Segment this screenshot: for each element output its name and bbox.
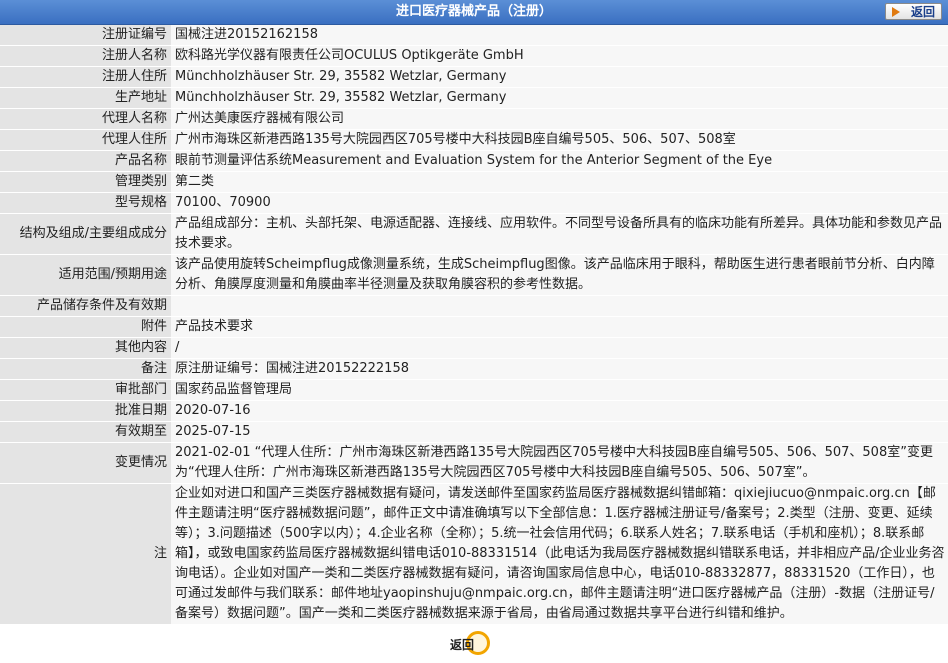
field-label: 管理类别 xyxy=(0,171,171,193)
field-value: 原注册证编号：国械注进20152222158 xyxy=(171,358,948,380)
field-value: 眼前节测量评估系统Measurement and Evaluation Syst… xyxy=(171,150,948,172)
field-label: 代理人住所 xyxy=(0,129,171,151)
back-button-bottom-label: 返回 xyxy=(450,638,475,652)
table-row: 注册人住所 Münchholzhäuser Str. 29, 35582 Wetz… xyxy=(0,66,948,88)
title-bar: 进口医疗器械产品（注册） 返回 xyxy=(0,0,948,25)
table-row: 备注 原注册证编号：国械注进20152222158 xyxy=(0,358,948,380)
back-button-top[interactable]: 返回 xyxy=(885,3,942,20)
field-value: 产品组成部分：主机、头部托架、电源适配器、连接线、应用软件。不同型号设备所具有的… xyxy=(171,213,948,255)
field-value: Münchholzhäuser Str. 29, 35582 Wetzlar, … xyxy=(171,87,948,109)
table-row: 有效期至 2025-07-15 xyxy=(0,421,948,443)
field-label: 注册人名称 xyxy=(0,45,171,67)
field-label: 适用范围/预期用途 xyxy=(0,254,171,296)
field-label: 有效期至 xyxy=(0,421,171,443)
field-value: 2020-07-16 xyxy=(171,400,948,422)
page: 进口医疗器械产品（注册） 返回 注册证编号 国械注进20152162158 注册人名… xyxy=(0,0,948,663)
field-label: 注册人住所 xyxy=(0,66,171,88)
field-label: 注册证编号 xyxy=(0,25,171,46)
table-row: 型号规格 70100、70900 xyxy=(0,192,948,214)
table-row: 适用范围/预期用途 该产品使用旋转Scheimpflug成像测量系统，生成Sche… xyxy=(0,254,948,296)
field-value: 欧科路光学仪器有限责任公司OCULUS Optikgeräte GmbH xyxy=(171,45,948,67)
table-row: 批准日期 2020-07-16 xyxy=(0,400,948,422)
table-row: 变更情况 2021-02-01 “代理人住所：广州市海珠区新港西路135号大院园西… xyxy=(0,442,948,484)
field-label: 审批部门 xyxy=(0,379,171,401)
field-label: 其他内容 xyxy=(0,337,171,359)
field-value: 产品技术要求 xyxy=(171,316,948,338)
field-value: 国家药品监督管理局 xyxy=(171,379,948,401)
field-value: 国械注进20152162158 xyxy=(171,25,948,46)
table-row: 注册人名称 欧科路光学仪器有限责任公司OCULUS Optikgeräte Gmb… xyxy=(0,45,948,67)
field-value: 广州达美康医疗器械有限公司 xyxy=(171,108,948,130)
table-row: 结构及组成/主要组成成分 产品组成部分：主机、头部托架、电源适配器、连接线、应用软… xyxy=(0,213,948,255)
field-value: 2025-07-15 xyxy=(171,421,948,443)
table-row: 注册证编号 国械注进20152162158 xyxy=(0,25,948,46)
field-value: 2021-02-01 “代理人住所：广州市海珠区新港西路135号大院园西区705… xyxy=(171,442,948,484)
page-title: 进口医疗器械产品（注册） xyxy=(395,4,552,19)
footer: 返回 xyxy=(0,627,948,663)
table-row: 注企业如对进口和国产三类医疗器械数据有疑问，请发送邮件至国家药监局医疗器械数据纠… xyxy=(0,483,948,625)
table-row: 其他内容 / xyxy=(0,337,948,359)
field-label: 生产地址 xyxy=(0,87,171,109)
field-label: 结构及组成/主要组成成分 xyxy=(0,213,171,255)
field-value: Münchholzhäuser Str. 29, 35582 Wetzlar, … xyxy=(171,66,948,88)
table-row: 生产地址 Münchholzhäuser Str. 29, 35582 Wetzl… xyxy=(0,87,948,109)
detail-table: 注册证编号 国械注进20152162158 注册人名称 欧科路光学仪器有限责任公司OC… xyxy=(0,25,948,625)
field-value: 广州市海珠区新港西路135号大院园西区705号楼中大科技园B座自编号505、50… xyxy=(171,129,948,151)
back-button-bottom[interactable]: 返回 xyxy=(448,631,498,659)
field-label: 注 xyxy=(0,483,171,625)
table-row: 代理人住所 广州市海珠区新港西路135号大院园西区705号楼中大科技园B座自编号5… xyxy=(0,129,948,151)
field-label: 型号规格 xyxy=(0,192,171,214)
table-row: 代理人名称 广州达美康医疗器械有限公司 xyxy=(0,108,948,130)
field-label: 变更情况 xyxy=(0,442,171,484)
field-value xyxy=(171,295,948,317)
field-value: 70100、70900 xyxy=(171,192,948,214)
field-value: 第二类 xyxy=(171,171,948,193)
table-row: 产品储存条件及有效期 xyxy=(0,295,948,317)
back-button-label: 返回 xyxy=(910,5,935,19)
field-value: / xyxy=(171,337,948,359)
table-row: 管理类别 第二类 xyxy=(0,171,948,193)
table-row: 产品名称 眼前节测量评估系统Measurement and Evaluation … xyxy=(0,150,948,172)
field-label: 附件 xyxy=(0,316,171,338)
table-row: 审批部门 国家药品监督管理局 xyxy=(0,379,948,401)
back-arrow-icon xyxy=(892,7,900,17)
field-label: 产品名称 xyxy=(0,150,171,172)
field-label: 备注 xyxy=(0,358,171,380)
field-value: 企业如对进口和国产三类医疗器械数据有疑问，请发送邮件至国家药监局医疗器械数据纠错… xyxy=(171,483,948,625)
field-label: 批准日期 xyxy=(0,400,171,422)
table-row: 附件 产品技术要求 xyxy=(0,316,948,338)
field-label: 产品储存条件及有效期 xyxy=(0,295,171,317)
field-label: 代理人名称 xyxy=(0,108,171,130)
field-value: 该产品使用旋转Scheimpflug成像测量系统，生成Scheimpflug图像… xyxy=(171,254,948,296)
